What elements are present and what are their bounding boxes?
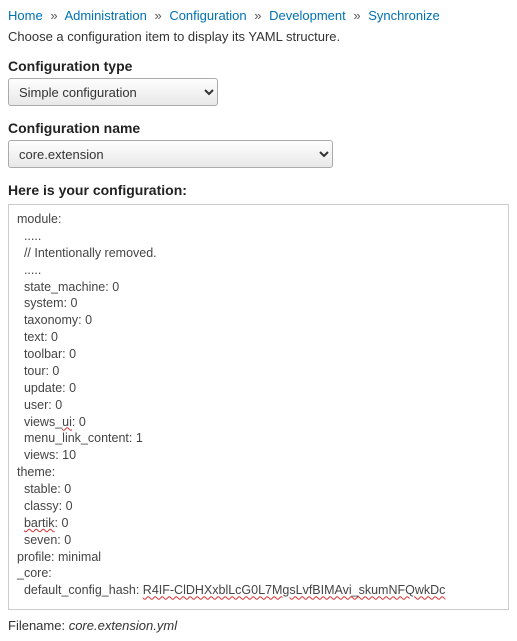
- breadcrumb-sep: »: [50, 8, 57, 23]
- filename-value: core.extension.yml: [69, 618, 177, 633]
- config-type-select[interactable]: Simple configuration: [8, 78, 218, 106]
- yaml-output: module: ..... // Intentionally removed. …: [8, 204, 509, 610]
- breadcrumb-synchronize[interactable]: Synchronize: [368, 8, 440, 23]
- breadcrumb-sep: »: [254, 8, 261, 23]
- breadcrumb-development[interactable]: Development: [269, 8, 346, 23]
- breadcrumb-sep: »: [154, 8, 161, 23]
- breadcrumb-configuration[interactable]: Configuration: [169, 8, 246, 23]
- filename-label: Filename:: [8, 618, 69, 633]
- breadcrumb-home[interactable]: Home: [8, 8, 43, 23]
- config-heading: Here is your configuration:: [8, 182, 509, 198]
- breadcrumb-administration[interactable]: Administration: [64, 8, 146, 23]
- config-name-label: Configuration name: [8, 120, 509, 136]
- intro-text: Choose a configuration item to display i…: [8, 29, 509, 44]
- breadcrumb: Home » Administration » Configuration » …: [8, 8, 509, 23]
- config-type-label: Configuration type: [8, 58, 509, 74]
- config-name-select[interactable]: core.extension: [8, 140, 333, 168]
- breadcrumb-sep: »: [353, 8, 360, 23]
- filename-line: Filename: core.extension.yml: [8, 618, 509, 633]
